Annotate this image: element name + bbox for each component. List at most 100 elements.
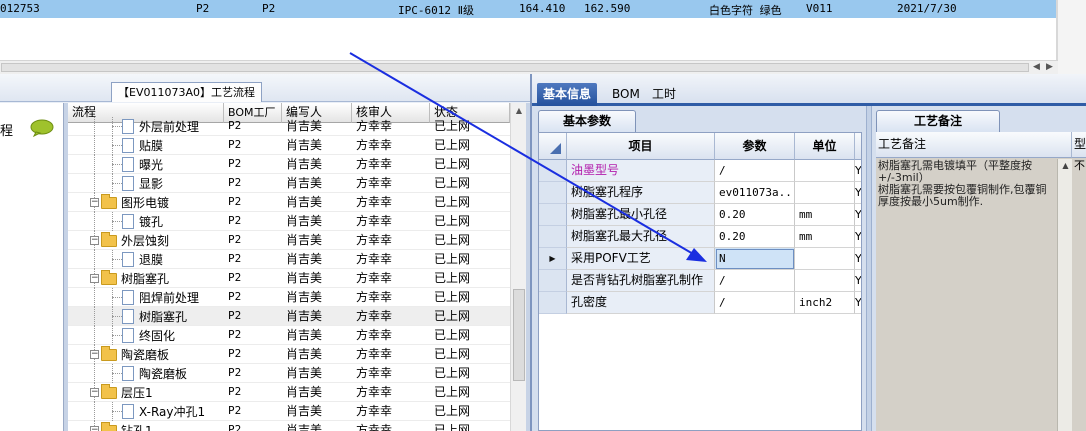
- writer-cell: 肖吉美: [286, 309, 323, 323]
- tree-node[interactable]: − 外层蚀刻: [90, 231, 169, 250]
- table-row[interactable]: − 钻孔1 P2 肖吉美 方幸幸 已上网: [68, 421, 510, 431]
- param-unit-cell[interactable]: [795, 248, 855, 270]
- tree-node[interactable]: − 树脂塞孔: [90, 269, 169, 288]
- collapse-icon[interactable]: −: [90, 236, 99, 245]
- param-row[interactable]: 树脂塞孔最小孔径 0.20 mm Y: [539, 204, 861, 226]
- collapse-icon[interactable]: −: [90, 198, 99, 207]
- param-unit-cell[interactable]: mm: [795, 204, 855, 226]
- param-value-cell[interactable]: /: [715, 160, 795, 182]
- table-row[interactable]: 镀孔 P2 肖吉美 方幸幸 已上网: [68, 212, 510, 231]
- tree-node[interactable]: 终固化: [122, 326, 175, 345]
- collapse-icon[interactable]: −: [90, 350, 99, 359]
- row-indicator[interactable]: [539, 160, 567, 182]
- tree-node[interactable]: 陶瓷磨板: [122, 364, 187, 383]
- process-notes-text[interactable]: 树脂塞孔需电镀填平（平整度按+/-3mil） 树脂塞孔需要按包覆铜制作,包覆铜厚…: [876, 159, 1055, 431]
- selected-record-row[interactable]: 012753 P2 P2 IPC-6012 Ⅱ级 164.410 162.590…: [0, 0, 1058, 18]
- table-row[interactable]: 树脂塞孔 P2 肖吉美 方幸幸 已上网: [68, 307, 510, 326]
- param-unit-cell[interactable]: [795, 182, 855, 204]
- table-row[interactable]: 终固化 P2 肖吉美 方幸幸 已上网: [68, 326, 510, 345]
- row-indicator[interactable]: [539, 226, 567, 248]
- column-header-param[interactable]: 参数: [715, 133, 795, 160]
- subtab-basic-params[interactable]: 基本参数: [538, 110, 636, 132]
- table-row[interactable]: 阻焊前处理 P2 肖吉美 方幸幸 已上网: [68, 288, 510, 307]
- table-row[interactable]: X-Ray冲孔1 P2 肖吉美 方幸幸 已上网: [68, 402, 510, 421]
- tree-node[interactable]: X-Ray冲孔1: [122, 402, 205, 421]
- tree-node[interactable]: − 钻孔1: [90, 421, 153, 431]
- column-header-process-notes[interactable]: 工艺备注: [876, 132, 1072, 158]
- scroll-up-arrow-icon[interactable]: ▲: [513, 105, 525, 117]
- detail-splitter[interactable]: [866, 106, 872, 431]
- table-row[interactable]: 曝光 P2 肖吉美 方幸幸 已上网: [68, 155, 510, 174]
- corner-triangle-icon: [550, 143, 561, 154]
- param-value-cell[interactable]: ev011073a...: [715, 182, 795, 204]
- tab-work-hours[interactable]: 工时: [652, 83, 676, 106]
- param-unit-cell[interactable]: [795, 270, 855, 292]
- param-row[interactable]: 孔密度 / inch2 Y: [539, 292, 861, 314]
- tree-node[interactable]: 阻焊前处理: [122, 288, 199, 307]
- table-row[interactable]: − 图形电镀 P2 肖吉美 方幸幸 已上网: [68, 193, 510, 212]
- table-row[interactable]: 贴膜 P2 肖吉美 方幸幸 已上网: [68, 136, 510, 155]
- table-row[interactable]: − 层压1 P2 肖吉美 方幸幸 已上网: [68, 383, 510, 402]
- param-value-cell[interactable]: /: [715, 270, 795, 292]
- table-row[interactable]: − 树脂塞孔 P2 肖吉美 方幸幸 已上网: [68, 269, 510, 288]
- tree-node[interactable]: 退膜: [122, 250, 163, 269]
- tree-node[interactable]: 树脂塞孔: [122, 307, 187, 326]
- param-row[interactable]: 树脂塞孔程序 ev011073a... Y: [539, 182, 861, 204]
- top-grid-horizontal-scrollbar[interactable]: ◀ ▶: [0, 60, 1058, 74]
- param-value-cell[interactable]: 0.20: [715, 204, 795, 226]
- param-value-cell[interactable]: N: [715, 248, 795, 270]
- row-indicator[interactable]: [539, 204, 567, 226]
- table-row[interactable]: 退膜 P2 肖吉美 方幸幸 已上网: [68, 250, 510, 269]
- param-unit-cell[interactable]: inch2: [795, 292, 855, 314]
- tree-node-label: 陶瓷磨板: [121, 348, 170, 362]
- subtab-process-notes[interactable]: 工艺备注: [876, 110, 1000, 132]
- tab-process-flow[interactable]: 【EV011073A0】工艺流程: [111, 82, 262, 102]
- tree-node[interactable]: 镀孔: [122, 212, 163, 231]
- scroll-right-arrow-icon[interactable]: ▶: [1043, 62, 1056, 73]
- scroll-up-arrow-icon[interactable]: ▲: [1060, 160, 1071, 171]
- tree-node[interactable]: − 层压1: [90, 383, 153, 402]
- param-unit-cell[interactable]: [795, 160, 855, 182]
- folder-icon: [101, 193, 117, 209]
- row-indicator-icon[interactable]: ▶: [539, 248, 567, 270]
- scroll-thumb[interactable]: [513, 289, 525, 381]
- chat-bubble-icon[interactable]: [30, 119, 54, 137]
- table-row[interactable]: 显影 P2 肖吉美 方幸幸 已上网: [68, 174, 510, 193]
- tree-guide-line: [94, 288, 95, 307]
- param-row[interactable]: 油墨型号 / Y: [539, 160, 861, 182]
- column-header-model[interactable]: 型号: [1072, 132, 1086, 158]
- tree-node[interactable]: 外层前处理: [122, 117, 199, 136]
- tree-node[interactable]: 曝光: [122, 155, 163, 174]
- param-row[interactable]: 是否背钻孔树脂塞孔制作 / Y: [539, 270, 861, 292]
- collapse-icon[interactable]: −: [90, 426, 99, 431]
- tree-node[interactable]: − 陶瓷磨板: [90, 345, 169, 364]
- tree-node[interactable]: 贴膜: [122, 136, 163, 155]
- row-indicator[interactable]: [539, 270, 567, 292]
- param-row[interactable]: 树脂塞孔最大孔径 0.20 mm Y: [539, 226, 861, 248]
- notes-vertical-scrollbar[interactable]: ▲: [1057, 159, 1072, 431]
- param-row[interactable]: ▶ 采用POFV工艺 N Y: [539, 248, 861, 270]
- writer-cell: 肖吉美: [286, 347, 323, 361]
- table-row[interactable]: 陶瓷磨板 P2 肖吉美 方幸幸 已上网: [68, 364, 510, 383]
- tab-basic-info[interactable]: 基本信息: [537, 83, 598, 106]
- row-indicator[interactable]: [539, 292, 567, 314]
- param-value-cell[interactable]: 0.20: [715, 226, 795, 248]
- scroll-thumb[interactable]: [1, 63, 1029, 72]
- table-row[interactable]: − 外层蚀刻 P2 肖吉美 方幸幸 已上网: [68, 231, 510, 250]
- column-header-item[interactable]: 项目: [567, 133, 715, 160]
- top-grid-vertical-scrollbar[interactable]: [1058, 0, 1086, 74]
- collapse-icon[interactable]: −: [90, 274, 99, 283]
- column-header-unit[interactable]: 单位: [795, 133, 855, 160]
- table-row[interactable]: 外层前处理 P2 肖吉美 方幸幸 已上网: [68, 117, 510, 136]
- collapse-icon[interactable]: −: [90, 388, 99, 397]
- tab-bom[interactable]: BOM: [612, 83, 640, 106]
- param-value-cell[interactable]: /: [715, 292, 795, 314]
- writer-cell: 肖吉美: [286, 423, 323, 431]
- param-unit-cell[interactable]: mm: [795, 226, 855, 248]
- row-indicator[interactable]: [539, 182, 567, 204]
- table-row[interactable]: − 陶瓷磨板 P2 肖吉美 方幸幸 已上网: [68, 345, 510, 364]
- scroll-left-arrow-icon[interactable]: ◀: [1030, 62, 1043, 73]
- process-tree-vertical-scrollbar[interactable]: ▲: [510, 103, 526, 431]
- tree-node[interactable]: 显影: [122, 174, 163, 193]
- tree-node[interactable]: − 图形电镀: [90, 193, 169, 212]
